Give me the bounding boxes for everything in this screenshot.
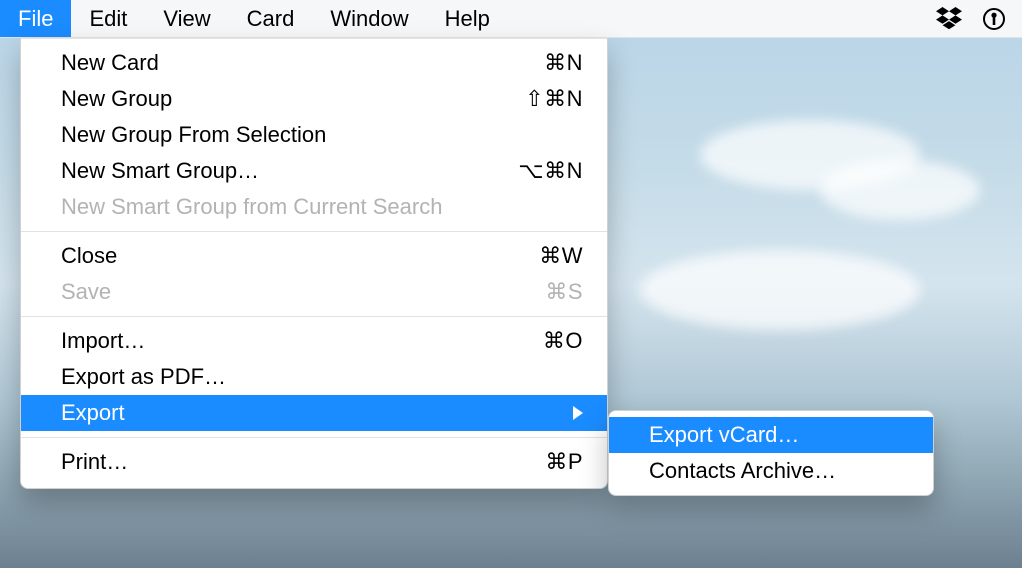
submenu-item-export-vcard[interactable]: Export vCard… xyxy=(609,417,933,453)
file-menu-dropdown: New Card ⌘N New Group ⇧⌘N New Group From… xyxy=(20,38,608,489)
menu-edit[interactable]: Edit xyxy=(71,0,145,37)
menu-item-label: New Smart Group from Current Search xyxy=(61,194,583,220)
submenu-arrow-icon xyxy=(573,406,583,420)
menu-card-label: Card xyxy=(247,6,295,32)
menu-item-close[interactable]: Close ⌘W xyxy=(21,238,607,274)
menu-item-shortcut: ⌘N xyxy=(544,50,583,76)
menu-item-shortcut: ⌥⌘N xyxy=(518,158,583,184)
menubar: File Edit View Card Window Help xyxy=(0,0,1022,38)
dropbox-icon[interactable] xyxy=(936,7,962,31)
menu-item-label: Print… xyxy=(61,449,545,475)
menu-item-save: Save ⌘S xyxy=(21,274,607,310)
submenu-item-label: Contacts Archive… xyxy=(649,458,909,484)
menu-item-label: New Group xyxy=(61,86,525,112)
menu-item-shortcut: ⇧⌘N xyxy=(525,86,583,112)
menu-help-label: Help xyxy=(445,6,490,32)
menu-item-shortcut: ⌘P xyxy=(545,449,583,475)
menu-item-label: New Group From Selection xyxy=(61,122,583,148)
menu-separator xyxy=(21,437,607,438)
menu-item-export[interactable]: Export xyxy=(21,395,607,431)
menu-item-export-pdf[interactable]: Export as PDF… xyxy=(21,359,607,395)
menu-item-label: Export xyxy=(61,400,561,426)
menu-item-label: Export as PDF… xyxy=(61,364,583,390)
menu-item-shortcut: ⌘W xyxy=(539,243,583,269)
menu-help[interactable]: Help xyxy=(427,0,508,37)
menu-card[interactable]: Card xyxy=(229,0,313,37)
menu-window-label: Window xyxy=(330,6,408,32)
submenu-item-contacts-archive[interactable]: Contacts Archive… xyxy=(609,453,933,489)
menu-item-shortcut: ⌘O xyxy=(543,328,583,354)
menubar-status-area xyxy=(936,7,1022,31)
menu-item-new-group[interactable]: New Group ⇧⌘N xyxy=(21,81,607,117)
menu-separator xyxy=(21,231,607,232)
menu-item-new-smart-group[interactable]: New Smart Group… ⌥⌘N xyxy=(21,153,607,189)
menubar-left: File Edit View Card Window Help xyxy=(0,0,508,37)
menu-window[interactable]: Window xyxy=(312,0,426,37)
menu-file-label: File xyxy=(18,6,53,32)
menu-item-new-card[interactable]: New Card ⌘N xyxy=(21,45,607,81)
menu-item-label: Save xyxy=(61,279,545,305)
menu-item-print[interactable]: Print… ⌘P xyxy=(21,444,607,480)
menu-item-label: Close xyxy=(61,243,539,269)
menu-item-label: Import… xyxy=(61,328,543,354)
onepassword-icon[interactable] xyxy=(982,7,1006,31)
menu-item-label: New Card xyxy=(61,50,544,76)
menu-view-label: View xyxy=(163,6,210,32)
menu-item-new-smart-group-search: New Smart Group from Current Search xyxy=(21,189,607,225)
menu-item-shortcut: ⌘S xyxy=(545,279,583,305)
export-submenu: Export vCard… Contacts Archive… xyxy=(608,410,934,496)
menu-item-new-group-from-selection[interactable]: New Group From Selection xyxy=(21,117,607,153)
menu-view[interactable]: View xyxy=(145,0,228,37)
menu-separator xyxy=(21,316,607,317)
menu-item-import[interactable]: Import… ⌘O xyxy=(21,323,607,359)
menu-item-label: New Smart Group… xyxy=(61,158,518,184)
menu-file[interactable]: File xyxy=(0,0,71,37)
menu-edit-label: Edit xyxy=(89,6,127,32)
submenu-item-label: Export vCard… xyxy=(649,422,909,448)
